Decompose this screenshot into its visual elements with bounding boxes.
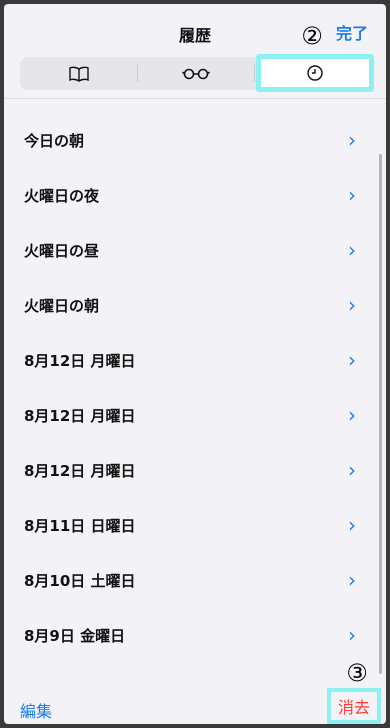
chevron-right-icon: › <box>348 238 356 262</box>
history-row-label: 8月12日 月曜日 <box>24 462 136 480</box>
history-row[interactable]: 8月12日 月曜日 › <box>4 444 386 499</box>
chevron-right-icon: › <box>348 623 356 647</box>
history-row-label: 8月11日 日曜日 <box>24 517 136 535</box>
history-row-label: 火曜日の昼 <box>24 242 100 260</box>
history-row[interactable]: 火曜日の朝 › <box>4 279 386 334</box>
edit-button[interactable]: 編集 <box>20 698 52 722</box>
book-icon <box>68 66 89 82</box>
history-row-label: 8月10日 土曜日 <box>24 572 136 590</box>
screen: 履歴 完了 ② 今日の朝 › 火曜日の夜 › 火曜日の昼 › 火曜日の朝 › 8… <box>4 4 386 724</box>
annotation-number-2: ② <box>301 22 323 50</box>
glasses-icon <box>181 68 210 79</box>
chevron-right-icon: › <box>348 348 356 372</box>
history-row-label: 8月12日 月曜日 <box>24 407 136 425</box>
annotation-number-3: ③ <box>346 659 368 687</box>
done-button[interactable]: 完了 <box>336 20 368 44</box>
history-row[interactable]: 今日の朝 › <box>4 114 386 169</box>
history-row[interactable]: 火曜日の昼 › <box>4 224 386 279</box>
scrollbar[interactable] <box>379 154 382 674</box>
tab-history[interactable] <box>256 54 374 92</box>
tab-reading-list[interactable] <box>137 57 254 90</box>
header-divider <box>4 98 386 99</box>
clear-button[interactable]: 消去 <box>327 688 381 724</box>
history-row[interactable]: 8月10日 土曜日 › <box>4 554 386 609</box>
clock-icon <box>307 65 323 81</box>
chevron-right-icon: › <box>348 568 356 592</box>
chevron-right-icon: › <box>348 183 356 207</box>
history-row[interactable]: 8月12日 月曜日 › <box>4 389 386 444</box>
history-row[interactable]: 8月11日 日曜日 › <box>4 499 386 554</box>
history-row[interactable]: 8月12日 月曜日 › <box>4 334 386 389</box>
chevron-right-icon: › <box>348 403 356 427</box>
history-row-label: 8月9日 金曜日 <box>24 627 126 645</box>
history-row-label: 火曜日の朝 <box>24 297 100 315</box>
chevron-right-icon: › <box>348 128 356 152</box>
tab-bookmarks[interactable] <box>20 57 137 90</box>
history-row-label: 8月12日 月曜日 <box>24 352 136 370</box>
history-row-label: 今日の朝 <box>24 132 85 150</box>
page-title: 履歴 <box>178 26 211 45</box>
clear-button-label: 消去 <box>337 698 370 717</box>
history-row[interactable]: 火曜日の夜 › <box>4 169 386 224</box>
chevron-right-icon: › <box>348 513 356 537</box>
chevron-right-icon: › <box>348 293 356 317</box>
history-row-label: 火曜日の夜 <box>24 187 100 205</box>
segment-divider <box>254 65 255 82</box>
history-row[interactable]: 8月9日 金曜日 › <box>4 609 386 664</box>
nav-bar: 履歴 完了 ② <box>4 4 386 100</box>
chevron-right-icon: › <box>348 458 356 482</box>
